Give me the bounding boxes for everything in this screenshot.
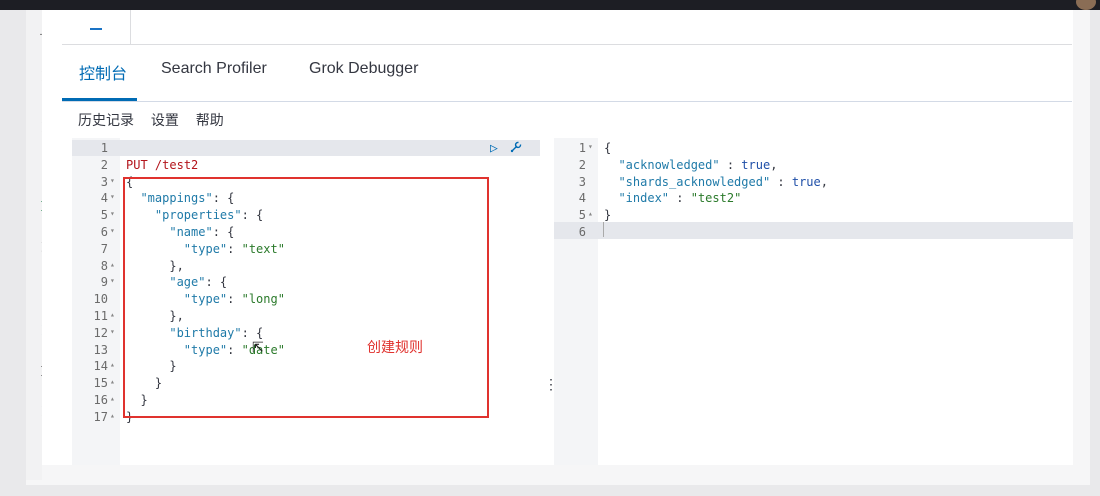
line-number: 3 ▾ (100, 174, 115, 189)
tab-grok-debugger[interactable]: Grok Debugger (309, 60, 418, 78)
line-number: 16 ▴ (93, 393, 115, 407)
line-number: 2 (578, 157, 586, 172)
request-actions: ▷ (490, 140, 523, 158)
active-line-highlight (554, 222, 1073, 239)
fold-close-icon[interactable]: ▴ (110, 357, 115, 374)
line-number: 8 ▴ (100, 258, 115, 273)
fold-open-icon[interactable]: ▾ (110, 173, 115, 190)
header-field[interactable] (130, 10, 1073, 44)
fold-open-icon[interactable]: ▾ (110, 273, 115, 290)
play-icon[interactable]: ▷ (490, 141, 498, 156)
code-line: "shards_acknowledged" : true, (618, 174, 828, 189)
fold-close-icon[interactable]: ▴ (110, 374, 115, 391)
code-line: { (604, 141, 612, 155)
line-number: 13 (93, 342, 108, 357)
line-number: 15 ▴ (93, 376, 115, 391)
header-bar (62, 10, 1072, 45)
line-number: 5 ▴ (578, 208, 593, 223)
line-number: 17 ▴ (93, 409, 115, 424)
active-tab-indicator (62, 98, 137, 101)
browser-top-bar (0, 0, 1100, 10)
fold-close-icon[interactable]: ▴ (110, 257, 115, 274)
line-number: 9 ▾ (100, 275, 115, 290)
line-number: 1 ▾ (578, 141, 593, 155)
annotation-box (123, 177, 489, 418)
fold-close-icon[interactable]: ▴ (588, 206, 593, 223)
tab-bar: 控制台 Search Profiler Grok Debugger (62, 45, 1072, 102)
settings-link[interactable]: 设置 (151, 112, 179, 128)
fold-open-icon[interactable]: ▾ (110, 189, 115, 206)
tab-console[interactable]: 控制台 (79, 60, 127, 84)
fold-close-icon[interactable]: ▴ (110, 307, 115, 324)
line-number: 6 ▾ (100, 225, 115, 239)
response-editor: 1 ▾ {2 "acknowledged" : true, 3 "shards_ack… (554, 138, 1073, 465)
line-number: 11 ▴ (93, 309, 115, 323)
annotation-label: 创建规则 (367, 339, 423, 355)
code-line: PUT /test2 (126, 157, 199, 172)
console-menu: 历史记录 设置 帮助 (78, 110, 237, 130)
line-number: 5 ▾ (100, 208, 115, 223)
fold-close-icon[interactable]: ▴ (110, 391, 115, 408)
wrench-icon[interactable] (509, 140, 523, 154)
line-number: 4 (578, 191, 586, 206)
help-link[interactable]: 帮助 (196, 112, 224, 128)
code-line: } (604, 208, 612, 223)
line-number: 14 ▴ (93, 359, 115, 374)
line-number: 7 (100, 241, 108, 256)
history-link[interactable]: 历史记录 (78, 112, 134, 128)
active-line-highlight (72, 140, 540, 156)
line-number: 1 (100, 141, 108, 155)
left-nav-strip: — ) ) : } ] · ) } ) : (26, 10, 47, 480)
mouse-pointer-icon: ⇱ (252, 339, 264, 355)
fold-open-icon[interactable]: ▾ (110, 206, 115, 223)
line-number: 10 (93, 292, 108, 307)
line-number: 6 (578, 225, 586, 239)
tab-search-profiler[interactable]: Search Profiler (161, 60, 267, 78)
code-line: "acknowledged" : true, (618, 157, 778, 172)
line-number: 2 (100, 157, 108, 172)
line-number: 3 (578, 174, 586, 189)
fold-open-icon[interactable]: ▾ (110, 324, 115, 341)
fold-open-icon[interactable]: ▾ (588, 139, 593, 156)
code-line: "index" : "test2" (618, 191, 742, 206)
line-number: 12 ▾ (93, 325, 115, 340)
fold-open-icon[interactable]: ▾ (110, 223, 115, 240)
menu-icon[interactable] (90, 28, 102, 30)
line-number: 4 ▾ (100, 191, 115, 206)
fold-close-icon[interactable]: ▴ (110, 408, 115, 425)
text-cursor (603, 222, 604, 237)
